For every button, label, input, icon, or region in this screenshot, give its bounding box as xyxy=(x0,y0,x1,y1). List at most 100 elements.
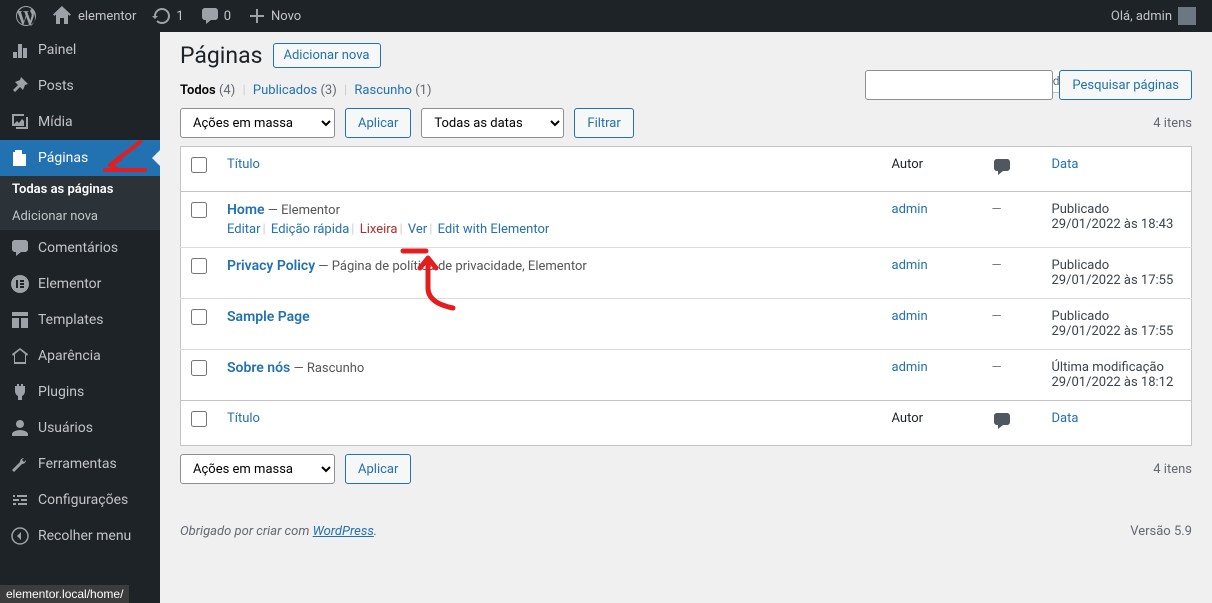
table-row: Sobre nós — Rascunho admin — Última modi… xyxy=(181,350,1192,401)
items-count: 4 itens xyxy=(1153,116,1192,131)
new-content[interactable]: Novo xyxy=(239,0,309,32)
filter-all[interactable]: Todos (4) xyxy=(180,83,235,98)
col-comments[interactable] xyxy=(982,401,1042,446)
sidebar-item-comments[interactable]: Comentários xyxy=(0,230,160,266)
comments-count: — xyxy=(992,202,1002,217)
bulk-action-select-bottom[interactable]: Ações em massa xyxy=(180,454,335,484)
sidebar-item-label: Configurações xyxy=(38,492,150,508)
sidebar-item-users[interactable]: Usuários xyxy=(0,410,160,446)
row-title-link[interactable]: Home xyxy=(227,202,265,218)
sidebar-sub-all-pages[interactable]: Todas as páginas xyxy=(0,176,160,203)
action-trash[interactable]: Lixeira xyxy=(360,222,398,237)
row-status: Publicado xyxy=(1052,202,1110,217)
sidebar-item-label: Aparência xyxy=(38,348,150,364)
row-title-link[interactable]: Sample Page xyxy=(227,309,310,325)
select-all-checkbox[interactable] xyxy=(191,157,207,173)
sidebar-item-label: Usuários xyxy=(38,420,150,436)
sidebar-submenu: Todas as páginas Adicionar nova xyxy=(0,176,160,230)
filter-button[interactable]: Filtrar xyxy=(574,108,633,138)
comment-icon xyxy=(200,6,220,26)
apply-button[interactable]: Aplicar xyxy=(345,108,411,138)
action-view[interactable]: Ver xyxy=(408,222,427,237)
date-filter-select[interactable]: Todas as datas xyxy=(421,108,564,138)
sidebar-sub-add-new[interactable]: Adicionar nova xyxy=(0,203,160,230)
sidebar-item-posts[interactable]: Posts xyxy=(0,68,160,104)
sidebar-item-settings[interactable]: Configurações xyxy=(0,482,160,518)
filter-published[interactable]: Publicados (3) xyxy=(253,83,337,98)
sidebar-item-dashboard[interactable]: Painel xyxy=(0,32,160,68)
sidebar-item-tools[interactable]: Ferramentas xyxy=(0,446,160,482)
media-icon xyxy=(10,112,30,132)
row-title-link[interactable]: Privacy Policy xyxy=(227,258,315,274)
page-title: Páginas xyxy=(180,42,263,69)
content-area: Opções de tela ▼ Ajuda ▼ Páginas Adicion… xyxy=(160,32,1212,603)
comments-count: — xyxy=(992,258,1002,273)
row-status: Última modificação xyxy=(1052,360,1164,375)
author-link[interactable]: admin xyxy=(892,202,928,217)
sidebar-item-elementor[interactable]: Elementor xyxy=(0,266,160,302)
col-comments[interactable] xyxy=(982,147,1042,192)
sidebar-item-media[interactable]: Mídia xyxy=(0,104,160,140)
home-icon xyxy=(52,6,72,26)
sidebar-item-label: Ferramentas xyxy=(38,456,150,472)
comments-count: — xyxy=(992,360,1002,375)
sidebar-item-label: Plugins xyxy=(38,384,150,400)
sidebar-item-collapse[interactable]: Recolher menu xyxy=(0,518,160,554)
col-author: Autor xyxy=(882,401,982,446)
action-quick-edit[interactable]: Edição rápida xyxy=(271,222,349,237)
row-date: 29/01/2022 às 18:12 xyxy=(1052,375,1174,390)
sidebar-item-templates[interactable]: Templates xyxy=(0,302,160,338)
row-status: Publicado xyxy=(1052,258,1110,273)
sidebar-item-label: Comentários xyxy=(38,240,150,256)
row-checkbox[interactable] xyxy=(191,202,207,218)
users-icon xyxy=(10,418,30,438)
tools-icon xyxy=(10,454,30,474)
author-link[interactable]: admin xyxy=(892,360,928,375)
updates-count: 1 xyxy=(176,9,183,24)
search-input[interactable] xyxy=(865,70,1053,100)
row-date: 29/01/2022 às 17:55 xyxy=(1052,324,1174,339)
new-content-label: Novo xyxy=(271,9,301,24)
greeting-label: Olá, admin xyxy=(1111,9,1172,24)
update-icon xyxy=(152,6,172,26)
author-link[interactable]: admin xyxy=(892,309,928,324)
sidebar-item-appearance[interactable]: Aparência xyxy=(0,338,160,374)
site-name[interactable]: elementor xyxy=(44,0,144,32)
sidebar-item-plugins[interactable]: Plugins xyxy=(0,374,160,410)
col-title[interactable]: Título xyxy=(227,411,260,426)
row-checkbox[interactable] xyxy=(191,360,207,376)
plugins-icon xyxy=(10,382,30,402)
sidebar-item-pages[interactable]: Páginas xyxy=(0,140,160,176)
col-date[interactable]: Data xyxy=(1052,157,1079,172)
row-checkbox[interactable] xyxy=(191,309,207,325)
action-edit-elementor[interactable]: Edit with Elementor xyxy=(438,222,550,237)
add-new-button[interactable]: Adicionar nova xyxy=(273,43,381,68)
bulk-action-select[interactable]: Ações em massa xyxy=(180,108,335,138)
settings-icon xyxy=(10,490,30,510)
col-date[interactable]: Data xyxy=(1052,411,1079,426)
wordpress-link[interactable]: WordPress xyxy=(313,524,374,539)
col-title[interactable]: Título xyxy=(227,157,260,172)
comments-count: 0 xyxy=(224,9,231,24)
row-date: 29/01/2022 às 18:43 xyxy=(1052,217,1174,232)
my-account[interactable]: Olá, admin xyxy=(1103,0,1204,32)
updates[interactable]: 1 xyxy=(144,0,191,32)
comments[interactable]: 0 xyxy=(192,0,239,32)
admin-bar: elementor 1 0 Novo Olá, admin xyxy=(0,0,1212,32)
search-button[interactable]: Pesquisar páginas xyxy=(1059,70,1192,100)
author-link[interactable]: admin xyxy=(892,258,928,273)
sidebar-item-label: Páginas xyxy=(38,150,150,166)
wp-logo[interactable] xyxy=(8,0,44,32)
row-checkbox[interactable] xyxy=(191,258,207,274)
admin-sidebar: Painel Posts Mídia Páginas Todas as pági… xyxy=(0,32,160,603)
row-title-link[interactable]: Sobre nós xyxy=(227,360,290,376)
apply-button-bottom[interactable]: Aplicar xyxy=(345,454,411,484)
select-all-checkbox[interactable] xyxy=(191,411,207,427)
sidebar-item-label: Posts xyxy=(38,78,150,94)
templates-icon xyxy=(10,310,30,330)
elementor-icon xyxy=(10,274,30,294)
comment-icon xyxy=(992,411,1012,431)
sidebar-item-label: Mídia xyxy=(38,114,150,130)
filter-draft[interactable]: Rascunho (1) xyxy=(354,83,431,98)
action-edit[interactable]: Editar xyxy=(227,222,261,237)
